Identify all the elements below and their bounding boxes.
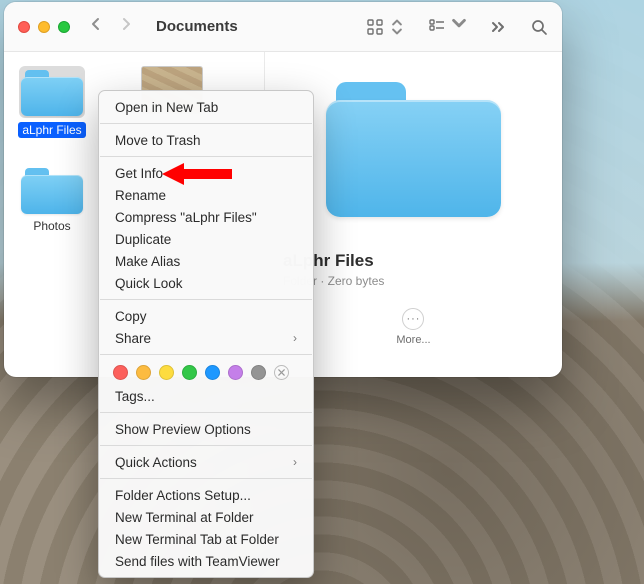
menu-send-files-with-teamviewer[interactable]: Send files with TeamViewer <box>99 550 313 572</box>
menu-separator <box>100 299 312 300</box>
tag-color-dot[interactable] <box>251 365 266 380</box>
preview-folder-icon <box>326 82 501 217</box>
group-by-button[interactable] <box>428 15 468 38</box>
menu-folder-actions-setup[interactable]: Folder Actions Setup... <box>99 484 313 506</box>
menu-quick-look[interactable]: Quick Look <box>99 272 313 294</box>
more-label: More... <box>396 334 430 346</box>
menu-open-new-tab[interactable]: Open in New Tab <box>99 96 313 118</box>
menu-rename[interactable]: Rename <box>99 184 313 206</box>
tag-color-dot[interactable] <box>136 365 151 380</box>
toolbar: Documents <box>4 2 562 52</box>
menu-separator <box>100 156 312 157</box>
search-button[interactable] <box>530 18 548 36</box>
tag-color-dot[interactable] <box>159 365 174 380</box>
menu-new-terminal-at-folder[interactable]: New Terminal at Folder <box>99 506 313 528</box>
view-icons-button[interactable] <box>366 18 406 36</box>
grid-item-photos[interactable]: Photos <box>12 166 92 234</box>
menu-quick-actions[interactable]: Quick Actions› <box>99 451 313 473</box>
tag-color-dot[interactable] <box>228 365 243 380</box>
tag-color-dot[interactable] <box>113 365 128 380</box>
grid-item-alphr-files[interactable]: aLphr Files <box>12 66 92 138</box>
minimize-button[interactable] <box>38 21 50 33</box>
menu-tags[interactable]: Tags... <box>99 385 313 407</box>
window-controls <box>18 21 70 33</box>
window-title: Documents <box>156 18 238 35</box>
menu-copy[interactable]: Copy <box>99 305 313 327</box>
back-button[interactable] <box>88 16 104 37</box>
folder-icon <box>21 166 83 214</box>
nav-arrows <box>88 16 134 37</box>
ellipsis-icon: ··· <box>402 308 424 330</box>
menu-separator <box>100 478 312 479</box>
folder-icon <box>21 68 83 116</box>
menu-make-alias[interactable]: Make Alias <box>99 250 313 272</box>
menu-separator <box>100 412 312 413</box>
chevron-down-icon <box>450 15 468 38</box>
item-label: aLphr Files <box>18 122 85 138</box>
close-button[interactable] <box>18 21 30 33</box>
maximize-button[interactable] <box>58 21 70 33</box>
menu-new-terminal-tab-at-folder[interactable]: New Terminal Tab at Folder <box>99 528 313 550</box>
forward-button[interactable] <box>118 16 134 37</box>
menu-compress[interactable]: Compress "aLphr Files" <box>99 206 313 228</box>
menu-tags-colors <box>99 360 313 385</box>
chevron-right-icon: › <box>293 331 297 345</box>
more-button[interactable]: ··· More... <box>396 308 430 346</box>
menu-move-to-trash[interactable]: Move to Trash <box>99 129 313 151</box>
tag-clear-dot[interactable] <box>274 365 289 380</box>
overflow-button[interactable] <box>490 18 508 36</box>
menu-duplicate[interactable]: Duplicate <box>99 228 313 250</box>
menu-share[interactable]: Share› <box>99 327 313 349</box>
tag-color-dot[interactable] <box>205 365 220 380</box>
menu-separator <box>100 354 312 355</box>
menu-separator <box>100 445 312 446</box>
tag-color-dot[interactable] <box>182 365 197 380</box>
context-menu: Open in New Tab Move to Trash Get Info R… <box>98 90 314 578</box>
chevron-right-icon: › <box>293 455 297 469</box>
item-label: Photos <box>29 218 74 234</box>
menu-separator <box>100 123 312 124</box>
menu-get-info[interactable]: Get Info <box>99 162 313 184</box>
menu-show-preview-options[interactable]: Show Preview Options <box>99 418 313 440</box>
